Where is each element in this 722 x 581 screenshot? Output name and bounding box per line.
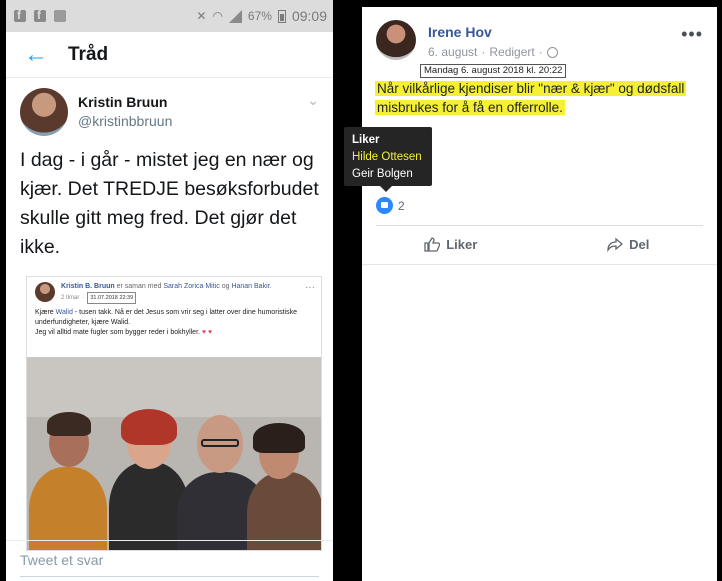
twitter-panel: ✕ ◠ 67% 09:09 ← Tråd Kristin Bruun @kris… xyxy=(6,0,333,581)
divider xyxy=(376,225,703,226)
post-date[interactable]: 6. august xyxy=(428,45,477,59)
thread-header: ← Tråd xyxy=(6,32,333,78)
avatar[interactable] xyxy=(20,88,68,136)
chevron-down-icon[interactable]: ⌄ xyxy=(307,88,319,136)
status-bar: ✕ ◠ 67% 09:09 xyxy=(6,0,333,32)
post-text: Når vilkårlige kjendiser blir "nær & kjæ… xyxy=(375,81,687,115)
wifi-icon: ◠ xyxy=(212,9,223,23)
liker-name[interactable]: Hilde Ottesen xyxy=(352,149,424,166)
popup-arrow xyxy=(380,186,392,192)
mute-icon: ✕ xyxy=(196,9,207,23)
globe-icon: · xyxy=(82,295,85,301)
popup-title: Liker xyxy=(352,134,380,146)
battery-icon xyxy=(277,9,286,23)
like-button[interactable]: Liker xyxy=(362,229,540,259)
likers-popup: Liker Hilde Ottesen Geir Bolgen xyxy=(344,127,432,186)
embed-post-text: Kjære Walid - tusen takk. Nå er det Jesu… xyxy=(35,309,297,336)
heart-icon: ♥ ♥ xyxy=(201,329,213,336)
author-name[interactable]: Irene Hov xyxy=(428,24,558,40)
reply-input[interactable]: Tweet et svar xyxy=(6,540,333,581)
timestamp-tooltip: Mandag 6. august 2018 kl. 20:22 xyxy=(420,64,567,78)
facebook-panel: Irene Hov 6. august · Redigert · ••• Man… xyxy=(362,7,717,581)
reaction-count[interactable]: 2 xyxy=(376,197,405,214)
embed-author: Kristin B. Bruun xyxy=(61,283,115,290)
share-arrow-icon xyxy=(607,237,624,252)
divider xyxy=(20,576,319,577)
edited-label[interactable]: Redigert xyxy=(489,45,534,59)
more-options-icon: ··· xyxy=(305,282,315,293)
back-arrow-icon[interactable]: ← xyxy=(24,41,68,69)
tweet-author: Kristin Bruun @kristinbbruun ⌄ xyxy=(6,78,333,136)
battery-percent: 67% xyxy=(247,9,272,23)
signal-icon xyxy=(228,9,242,23)
embedded-facebook-post[interactable]: Kristin B. Bruun er saman med Sarah Zori… xyxy=(26,276,322,551)
tweet-text: I dag - i går - mistet jeg en nær og kjæ… xyxy=(20,149,319,258)
image-notification-icon xyxy=(54,10,66,22)
more-options-icon[interactable]: ••• xyxy=(681,20,703,60)
avatar[interactable] xyxy=(376,20,416,60)
group-photo xyxy=(27,357,321,550)
author-name[interactable]: Kristin Bruun xyxy=(78,94,172,110)
liker-name[interactable]: Geir Bolgen xyxy=(352,166,424,183)
author-handle[interactable]: @kristinbbruun xyxy=(78,113,172,129)
thumbs-up-icon xyxy=(424,236,441,252)
like-reaction-icon xyxy=(376,197,393,214)
clock: 09:09 xyxy=(291,8,327,24)
screenshot-composite: ✕ ◠ 67% 09:09 ← Tråd Kristin Bruun @kris… xyxy=(0,0,722,581)
facebook-notification-icon xyxy=(34,8,46,22)
avatar xyxy=(35,282,55,302)
globe-icon xyxy=(546,46,558,58)
facebook-notification-icon xyxy=(14,8,26,22)
share-button[interactable]: Del xyxy=(540,229,718,259)
page-title: Tråd xyxy=(68,43,109,65)
